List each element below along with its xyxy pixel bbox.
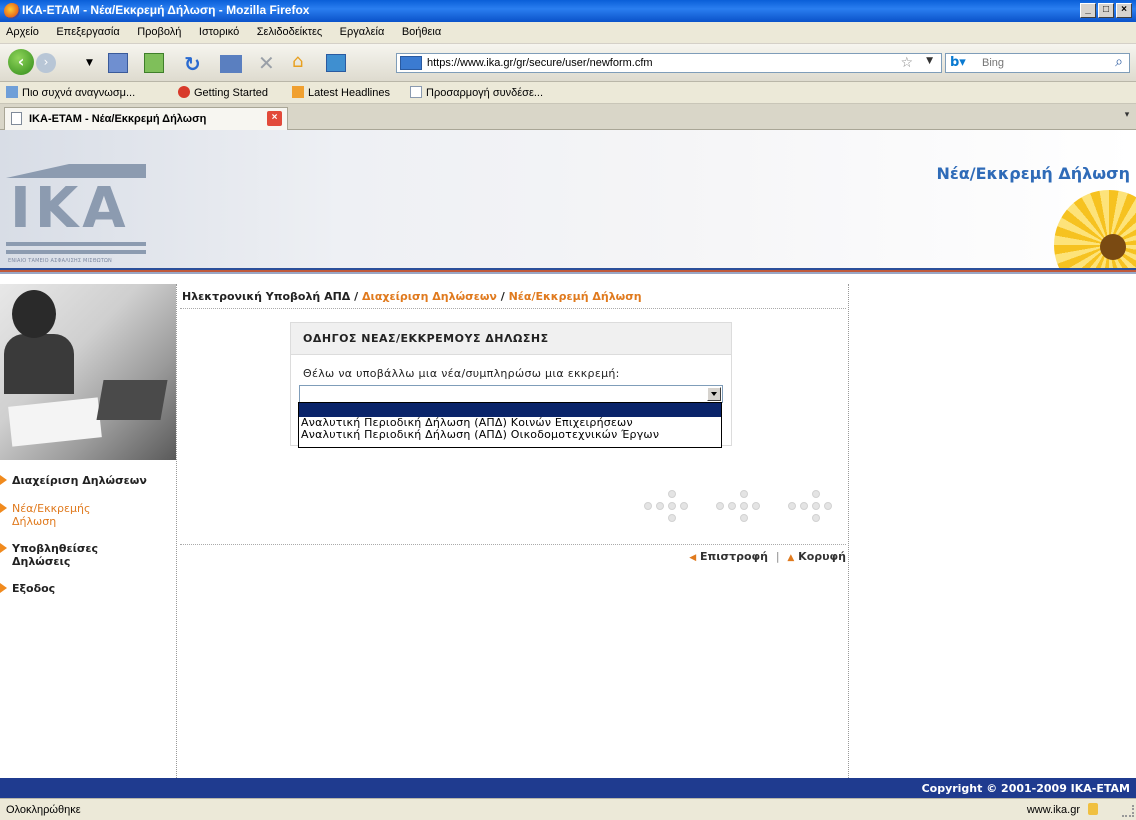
- bookmark-customize-links[interactable]: Προσαρμογή συνδέσε...: [410, 86, 543, 99]
- site-identity-icon[interactable]: [400, 56, 422, 70]
- breadcrumb-divider: [180, 308, 846, 309]
- menu-file[interactable]: Αρχείο: [0, 26, 45, 38]
- menu-bookmarks[interactable]: Σελιδοδείκτες: [249, 26, 328, 38]
- site-header: ΙΚΑ ΕΝΙΑΙΟ ΤΑΜΕΙΟ ΑΣΦΑΛΙΣΗΣ ΜΙΣΘΩΤΩΝ Νέα…: [0, 130, 1136, 274]
- decorative-dots: [640, 482, 846, 530]
- dropdown-option-construction-works[interactable]: Αναλυτική Περιοδική Δήλωση (ΑΠΔ) Οικοδομ…: [299, 429, 721, 441]
- sidebar-item-new-declaration[interactable]: Νέα/Εκκρεμής Δήλωση: [0, 502, 132, 528]
- column-divider: [848, 284, 849, 778]
- back-button[interactable]: ‹: [8, 49, 34, 75]
- wizard-title: ΟΔΗΓΟΣ ΝΕΑΣ/ΕΚΚΡΕΜΟΥΣ ΔΗΛΩΣΗΣ: [303, 332, 549, 345]
- folder-icon: [6, 86, 18, 98]
- declaration-type-select[interactable]: [299, 385, 723, 403]
- declaration-type-dropdown: Αναλυτική Περιοδική Δήλωση (ΑΠΔ) Κοινών …: [298, 402, 722, 448]
- content-divider: [180, 544, 846, 545]
- print-icon[interactable]: [220, 55, 242, 73]
- page-icon: [11, 112, 22, 125]
- window-titlebar: ΙΚΑ-ΕΤΑΜ - Νέα/Εκκρεμή Δήλωση - Mozilla …: [0, 0, 1136, 22]
- bookmark-getting-started[interactable]: Getting Started: [178, 86, 268, 99]
- resize-grip-icon[interactable]: [1122, 805, 1134, 817]
- history-dropdown-icon[interactable]: ▼: [86, 58, 110, 82]
- sidebar-item-submitted-declarations[interactable]: Υποβληθείσες Δηλώσεις: [0, 542, 132, 568]
- breadcrumb-manage-link[interactable]: Διαχείριση Δηλώσεων: [362, 290, 497, 303]
- back-link[interactable]: Επιστροφή: [700, 550, 768, 563]
- arrow-right-icon: [0, 583, 7, 593]
- menu-help[interactable]: Βοήθεια: [394, 26, 447, 38]
- page-title: Νέα/Εκκρεμή Δήλωση: [936, 164, 1130, 183]
- home-icon[interactable]: ⌂: [292, 51, 316, 75]
- navigation-toolbar: ‹ › ▼ ↻ ✕ ⌂ ☆ ▼ b▾ ⌕: [0, 44, 1136, 82]
- status-host: www.ika.gr: [1026, 804, 1080, 816]
- download-icon[interactable]: [144, 53, 164, 73]
- copyright-text: Copyright © 2001-2009 IKA-ETAM: [921, 782, 1130, 795]
- column-divider: [176, 284, 177, 778]
- left-sidebar: Διαχείριση Δηλώσεων Νέα/Εκκρεμής Δήλωση …: [0, 274, 176, 778]
- dropdown-option-empty[interactable]: [299, 403, 721, 417]
- search-bar[interactable]: b▾ ⌕: [945, 53, 1130, 73]
- tab-list-icon[interactable]: ▾: [1120, 110, 1134, 126]
- menu-tools[interactable]: Εργαλεία: [332, 26, 391, 38]
- page-icon: [410, 86, 422, 98]
- arrow-right-icon: [0, 503, 7, 513]
- chevron-down-icon[interactable]: [707, 387, 721, 401]
- arrow-right-icon: [0, 475, 7, 485]
- bookmarks-toolbar: Πιο συχνά αναγνωσμ... Getting Started La…: [0, 82, 1136, 104]
- sidebar-item-exit[interactable]: Εξοδος: [0, 582, 55, 595]
- firefox-icon: [4, 3, 20, 19]
- menu-bar: Αρχείο Επεξεργασία Προβολή Ιστορικό Σελι…: [0, 22, 1136, 44]
- rss-icon: [292, 86, 304, 98]
- firefox-bookmark-icon: [178, 86, 190, 98]
- bookmark-star-icon[interactable]: ☆: [900, 55, 913, 71]
- tab-active[interactable]: ΙΚΑ-ΕΤΑΜ - Νέα/Εκκρεμή Δήλωση ×: [4, 107, 288, 130]
- minimize-button[interactable]: _: [1080, 3, 1096, 18]
- arrow-left-icon: ◀: [689, 553, 697, 563]
- search-input[interactable]: [982, 56, 1092, 70]
- url-dropdown-icon[interactable]: ▼: [926, 56, 933, 66]
- site-footer: Copyright © 2001-2009 IKA-ETAM: [0, 778, 1136, 798]
- office-worker-photo: [0, 284, 176, 460]
- menu-history[interactable]: Ιστορικό: [191, 26, 245, 38]
- url-bar[interactable]: ☆ ▼: [396, 53, 942, 73]
- menu-view[interactable]: Προβολή: [129, 26, 187, 38]
- maximize-button[interactable]: □: [1098, 3, 1114, 18]
- wizard-question: Θέλω να υποβάλλω μια νέα/συμπληρώσω μια …: [303, 367, 620, 380]
- lock-icon[interactable]: [1088, 803, 1098, 815]
- forward-button[interactable]: ›: [36, 53, 56, 73]
- status-bar: Ολοκληρώθηκε www.ika.gr: [0, 798, 1136, 820]
- arrow-right-icon: [0, 543, 7, 553]
- breadcrumb: Ηλεκτρονική Υποβολή ΑΠΔ / Διαχείριση Δηλ…: [182, 290, 642, 303]
- url-input[interactable]: [427, 55, 877, 71]
- tab-strip: ΙΚΑ-ΕΤΑΜ - Νέα/Εκκρεμή Δήλωση × ▾: [0, 104, 1136, 130]
- arrow-up-icon: ▲: [787, 553, 795, 563]
- bookmark-most-visited[interactable]: Πιο συχνά αναγνωσμ...: [6, 86, 135, 99]
- close-tab-icon[interactable]: ×: [267, 111, 282, 126]
- menu-edit[interactable]: Επεξεργασία: [48, 26, 125, 38]
- window-title: ΙΚΑ-ΕΤΑΜ - Νέα/Εκκρεμή Δήλωση - Mozilla …: [22, 3, 310, 17]
- search-icon[interactable]: ⌕: [1115, 54, 1123, 70]
- bookmark-icon[interactable]: [108, 53, 128, 73]
- status-text: Ολοκληρώθηκε: [6, 804, 81, 816]
- top-link[interactable]: Κορυφή: [798, 550, 846, 563]
- stop-icon[interactable]: ✕: [258, 51, 282, 75]
- bookmark-latest-headlines[interactable]: Latest Headlines: [292, 86, 390, 99]
- wizard-header: ΟΔΗΓΟΣ ΝΕΑΣ/ΕΚΚΡΕΜΟΥΣ ΔΗΛΩΣΗΣ: [291, 323, 731, 355]
- sidebar-item-manage-declarations[interactable]: Διαχείριση Δηλώσεων: [0, 474, 147, 487]
- breadcrumb-current[interactable]: Νέα/Εκκρεμή Δήλωση: [509, 290, 642, 303]
- bottom-navigation: ◀ Επιστροφή | ▲ Κορυφή: [689, 550, 846, 563]
- bing-icon[interactable]: b▾: [950, 55, 970, 71]
- sunflower-image: [1040, 182, 1136, 274]
- ika-logo[interactable]: ΙΚΑ ΕΝΙΑΙΟ ΤΑΜΕΙΟ ΑΣΦΑΛΙΣΗΣ ΜΙΣΘΩΤΩΝ: [6, 164, 146, 268]
- close-button[interactable]: ×: [1116, 3, 1132, 18]
- reload-icon[interactable]: ↻: [184, 52, 208, 76]
- breadcrumb-root: Ηλεκτρονική Υποβολή ΑΠΔ: [182, 290, 351, 303]
- new-tab-icon[interactable]: [326, 54, 346, 72]
